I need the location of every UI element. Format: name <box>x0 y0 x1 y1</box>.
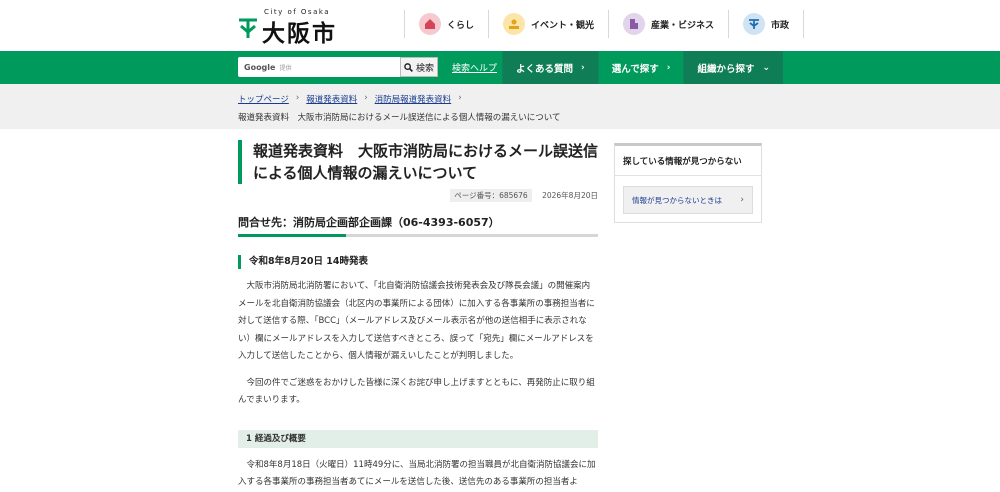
menu-browse[interactable]: 選んで探す › <box>597 51 684 84</box>
topnav-shisei[interactable]: 市政 <box>728 10 805 38</box>
article-paragraph: 令和8年8月18日（火曜日）11時49分に、当局北消防署の担当職員が北自衛消防協… <box>238 459 596 488</box>
menu-browse-label: 選んで探す <box>611 63 659 75</box>
menu-organization[interactable]: 組織から探す ⌄ <box>683 51 784 84</box>
breadcrumb: トップページ › 報道発表資料 › 消防局報道発表資料 › 報道発表資料 大阪市… <box>0 84 1000 129</box>
side-title: 探している情報が見つからない <box>615 146 761 176</box>
article-paragraph: 大阪市消防局北消防署において、「北自衛消防協議会技術発表会及び隊長会議」の開催案… <box>238 281 595 361</box>
topnav-event[interactable]: イベント・観光 <box>488 10 608 38</box>
breadcrumb-top[interactable]: トップページ <box>238 93 289 105</box>
search-brand-sub: 提供 <box>279 64 292 72</box>
page-meta: ページ番号：685676 2026年8月20日 <box>238 189 598 202</box>
chevron-down-icon: ⌄ <box>762 62 771 73</box>
contact-underline <box>238 234 598 237</box>
house-icon <box>419 13 441 35</box>
breadcrumb-separator: › <box>458 93 462 103</box>
search-input[interactable]: Google 提供 <box>238 57 400 77</box>
sub-heading: 1 経過及び概要 <box>238 429 598 448</box>
chevron-right-icon: › <box>666 62 671 73</box>
contact-text: 問合せ先：消防局企画部企画課（06-4393-6057） <box>238 216 500 229</box>
not-found-help-label: 情報が見つからないときは <box>632 195 722 205</box>
osaka-city-logo[interactable]: City of Osaka 大阪市 <box>238 8 338 47</box>
chevron-right-icon: › <box>740 195 744 205</box>
menu-organization-label: 組織から探す <box>697 63 755 75</box>
side-panel: 探している情報が見つからない 情報が見つからないときは › <box>614 143 762 223</box>
search-help-link[interactable]: 検索ヘルプ <box>452 61 497 74</box>
contact-heading: 問合せ先：消防局企画部企画課（06-4393-6057） <box>238 214 598 237</box>
article-paragraph: 今回の件でご迷惑をおかけした皆様に深くお詫び申し上げますとともに、再発防止に取り… <box>238 377 595 406</box>
global-navigation-bar: Google 提供 検索 検索ヘルプ よくある質問 › 選んで探す › 組織から探す… <box>0 51 1000 84</box>
main-content: 報道発表資料 大阪市消防局におけるメール誤送信による個人情報の漏えいについて ペ… <box>238 140 598 492</box>
building-icon <box>623 13 646 35</box>
page-id: ページ番号：685676 <box>450 189 532 202</box>
city-emblem-icon <box>239 18 257 38</box>
not-found-help-link[interactable]: 情報が見つからないときは › <box>623 186 753 214</box>
topnav-event-label: イベント・観光 <box>531 20 595 31</box>
page-title: 報道発表資料 大阪市消防局におけるメール誤送信による個人情報の漏えいについて <box>238 140 598 184</box>
event-icon <box>503 13 526 35</box>
breadcrumb-separator: › <box>364 93 368 103</box>
search-brand: Google <box>244 62 276 72</box>
breadcrumb-current: 報道発表資料 大阪市消防局におけるメール誤送信による個人情報の漏えいについて <box>238 113 561 123</box>
page-date: 2026年8月20日 <box>542 191 598 200</box>
city-mark-icon <box>743 13 766 35</box>
breadcrumb-press[interactable]: 報道発表資料 <box>306 93 357 105</box>
site-header: City of Osaka 大阪市 くらし イベント・観光 産業・ビジネス 市政 <box>0 0 1000 51</box>
topnav-kurashi[interactable]: くらし <box>404 10 488 38</box>
topnav-business-label: 産業・ビジネス <box>651 20 715 31</box>
topnav-shisei-label: 市政 <box>771 20 790 31</box>
topnav-kurashi-label: くらし <box>447 20 475 31</box>
breadcrumb-fire-press[interactable]: 消防局報道発表資料 <box>375 93 452 105</box>
top-navigation: くらし イベント・観光 産業・ビジネス 市政 <box>404 10 805 38</box>
logo-text: 大阪市 <box>262 21 337 47</box>
search-icon <box>404 62 413 72</box>
chevron-right-icon: › <box>581 62 585 73</box>
breadcrumb-links: トップページ › 報道発表資料 › 消防局報道発表資料 › <box>238 93 469 105</box>
breadcrumb-separator: › <box>295 93 300 103</box>
topnav-business[interactable]: 産業・ビジネス <box>608 10 728 38</box>
search-button-label: 検索 <box>415 62 434 73</box>
main-menu: よくある質問 › 選んで探す › 組織から探す ⌄ <box>502 51 784 84</box>
search-button[interactable]: 検索 <box>400 57 438 77</box>
menu-faq-label: よくある質問 <box>516 63 574 75</box>
menu-faq[interactable]: よくある質問 › <box>502 51 598 84</box>
release-heading: 令和8年8月20日 14時発表 <box>238 255 598 269</box>
